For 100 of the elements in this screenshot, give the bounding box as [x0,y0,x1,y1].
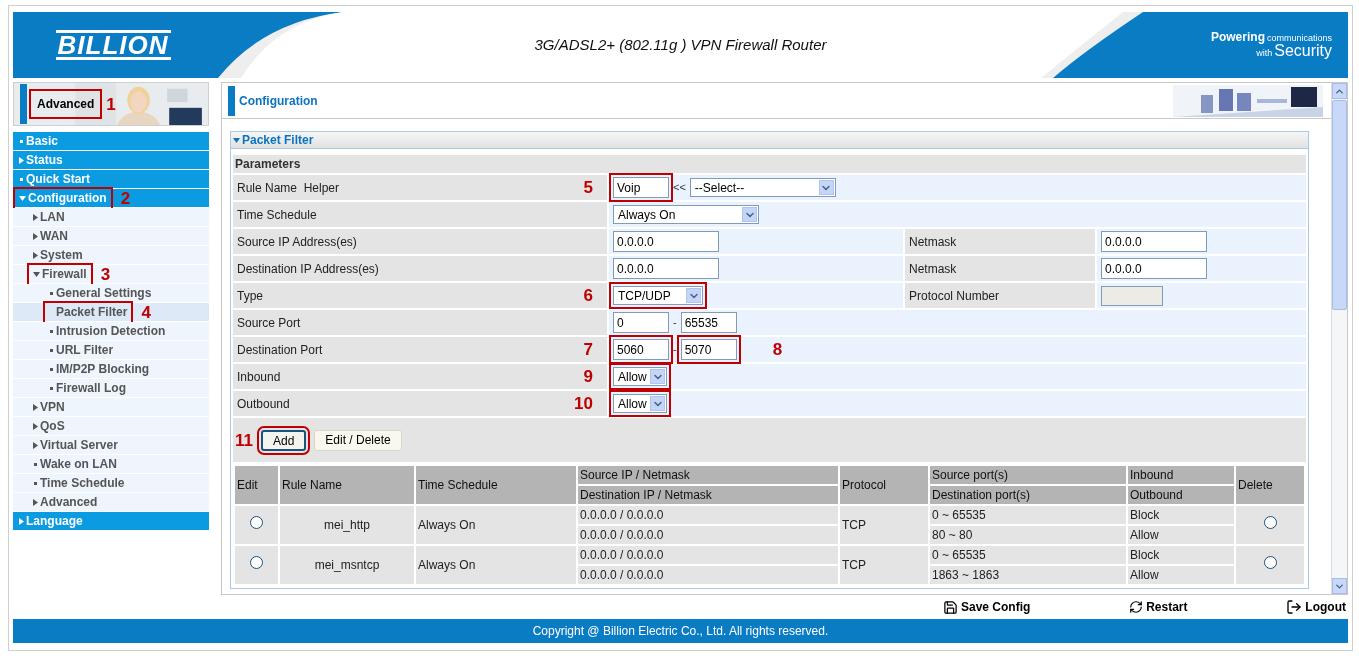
nav-item[interactable]: Firewall [31,266,89,282]
caret-right-icon [33,403,38,411]
callout-number: 2 [120,189,131,207]
section-header[interactable]: Packet Filter [231,132,1308,149]
table-cell: 1863 ~ 1863 [932,568,1000,582]
table-cell: 0 ~ 65535 [932,508,986,522]
table-cell: Block [1130,508,1160,522]
scrollbar[interactable] [1331,83,1347,594]
bullet-icon [50,329,53,333]
callout-number: 6 [583,287,593,304]
column-header: Destination IP / Netmask [580,488,712,502]
dropdown[interactable]: --Select-- [689,178,836,197]
table-cell: mei_msntcp [314,558,380,572]
bullet-icon [34,462,37,466]
table-cell: TCP [842,558,866,572]
logout-icon [1286,599,1303,615]
column-header: Protocol [842,478,887,492]
input-field[interactable]: 0.0.0.0 [613,231,719,252]
page-title: Configuration [239,92,318,110]
radio-button[interactable] [1263,556,1277,569]
column-header: Inbound [1130,468,1174,482]
caret-right-icon [33,251,38,259]
action-link[interactable]: Save Config [943,598,1031,616]
caret-right-icon [33,422,38,430]
callout-number: 1 [106,95,116,113]
radio-button[interactable] [1263,516,1277,529]
input-field[interactable]: 0 [613,312,669,333]
input-field[interactable]: 0.0.0.0 [1101,258,1207,279]
nav-item[interactable]: LAN [31,209,67,225]
input-field[interactable]: 0.0.0.0 [1101,231,1207,252]
callout-number: 11 [235,431,253,449]
callout-number: 10 [574,395,593,412]
field-label: Rule Name Helper [237,179,340,197]
accent-bar [228,85,235,116]
dropdown[interactable]: Always On [613,205,759,224]
caret-right-icon [33,232,38,240]
tagline-text: with [1256,49,1273,58]
scroll-down-icon[interactable] [1332,578,1347,594]
callout-number: 9 [583,368,593,385]
caret-down-icon [33,271,40,277]
field-label: Inbound [237,368,281,386]
field-label: Outbound [237,395,290,413]
nav-item[interactable]: QoS [31,418,67,434]
nav-item[interactable]: WAN [31,228,70,244]
bullet-icon [20,139,23,143]
callout-number: 5 [583,179,593,196]
caret-down-icon [19,195,26,201]
tagline-text: Security [1274,43,1332,59]
logo: BILLION [55,30,171,60]
input-field[interactable]: 65535 [680,312,737,333]
caret-right-icon [33,213,38,221]
parameters-heading: Parameters [235,156,301,173]
input-field[interactable]: 0.0.0.0 [613,258,719,279]
scroll-up-icon[interactable] [1332,83,1347,99]
field-label: Type [237,287,263,305]
field-label: Netmask [909,233,957,251]
column-header: Rule Name [282,478,343,492]
table-cell: Allow [1130,568,1159,582]
accent-bar [20,84,27,124]
save-icon [943,599,958,615]
caret-down-icon [233,137,240,143]
callout-number: 4 [141,303,151,321]
router-title: 3G/ADSL2+ (802.11g ) VPN Firewall Router [534,34,827,55]
radio-button[interactable] [250,516,263,529]
tagline-text: Powering [1210,31,1265,43]
table-cell: 0.0.0.0 / 0.0.0.0 [580,548,664,562]
column-header: Delete [1238,478,1273,492]
column-header: Outbound [1130,488,1183,502]
column-header: Source IP / Netmask [580,468,690,482]
table-cell: 0 ~ 65535 [932,548,986,562]
action-link[interactable]: Restart [1129,598,1188,616]
field-label: Protocol Number [909,287,1000,305]
separator-text: - [673,342,677,358]
table-cell: Always On [418,558,476,572]
callout-number: 3 [100,265,111,283]
bullet-icon [34,481,37,485]
table-cell: Block [1130,548,1160,562]
table-cell: Always On [418,518,476,532]
callout-number: 7 [583,341,593,358]
column-header: Edit [237,478,258,492]
table-cell: 0.0.0.0 / 0.0.0.0 [580,508,664,522]
table-cell: mei_http [324,518,370,532]
callout-number: 8 [772,341,783,358]
field-label: Destination IP Address(es) [237,260,379,278]
tagline-text: communications [1266,34,1332,43]
field-label: Destination Port [237,341,323,359]
field-label: Source IP Address(es) [237,233,357,251]
edit-delete-button[interactable]: Edit / Delete [314,429,402,451]
caret-right-icon [33,498,38,506]
bullet-icon [20,177,23,181]
action-link[interactable]: Logout [1286,598,1346,616]
table-cell: 0.0.0.0 / 0.0.0.0 [580,528,664,542]
nav-item[interactable]: VPN [31,399,67,415]
column-header: Time Schedule [418,478,498,492]
separator-text: - [673,315,677,331]
radio-button[interactable] [250,556,263,569]
column-header: Destination port(s) [932,488,1031,502]
scroll-thumb[interactable] [1332,100,1347,310]
column-header: Source port(s) [932,468,1009,482]
caret-right-icon [19,517,24,525]
